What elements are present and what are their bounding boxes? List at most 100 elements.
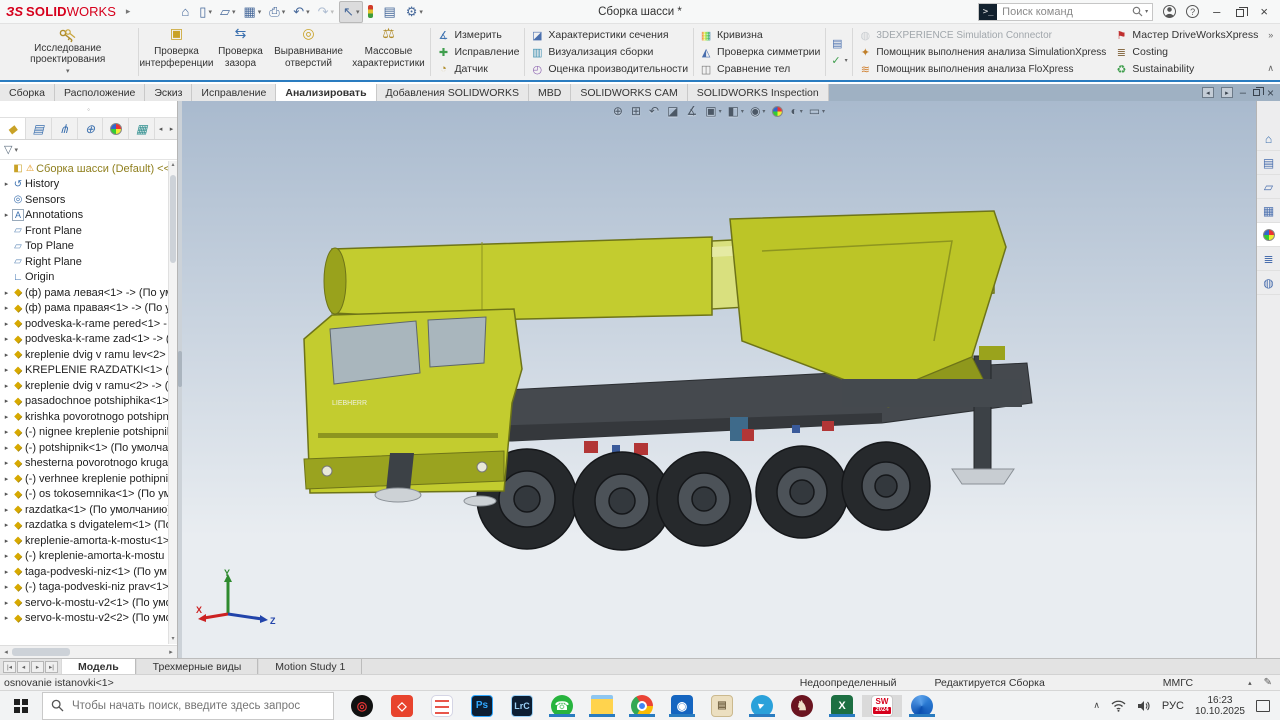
command-tab[interactable]: MBD (529, 84, 571, 101)
command-tab[interactable]: SOLIDWORKS Inspection (688, 84, 829, 101)
print-icon[interactable]: ⎙ ▾ (266, 2, 288, 22)
expand-caret[interactable]: ▸ (2, 506, 11, 514)
3dexperience-simulation-connector-button[interactable]: 3DEXPERIENCE Simulation Connector (858, 27, 1108, 43)
tab-property-manager[interactable]: ▤ (26, 118, 52, 139)
assembly-visualization-button[interactable]: Визуализация сборки (530, 44, 688, 60)
scrollbar-thumb[interactable] (170, 175, 176, 263)
floxpress-wizard-button[interactable]: Помощник выполнения анализа FloXpress (858, 61, 1108, 77)
wifi-icon[interactable] (1111, 700, 1126, 712)
minimize-button[interactable]: – (1209, 4, 1224, 19)
units-label[interactable]: ММГС (1163, 677, 1193, 689)
excel[interactable]: X (822, 695, 862, 717)
app-blue-swirl[interactable] (902, 695, 942, 717)
tree-horizontal-scrollbar[interactable]: ◂ ▸ (0, 645, 177, 658)
command-tab[interactable]: Анализировать (276, 84, 376, 101)
tree-item[interactable]: ▸ shesterna povorotnogo kruga- (0, 456, 168, 472)
command-tab[interactable]: Добавления SOLIDWORKS (377, 84, 529, 101)
whatsapp[interactable]: ☎ (542, 695, 582, 717)
tree-item[interactable]: ▸ Annotations (0, 208, 168, 224)
expand-caret[interactable]: ▸ (2, 351, 11, 359)
previous-view-icon[interactable]: ↶ (649, 104, 661, 118)
tree-item[interactable]: ▸ kreplenie dvig v ramu lev<2> (0, 347, 168, 363)
language-indicator[interactable]: РУС (1162, 700, 1184, 712)
doc-tab[interactable]: Модель (61, 659, 136, 674)
custom-properties-icon[interactable]: ≣ (1257, 247, 1280, 271)
home-icon[interactable]: ⌂ (178, 2, 194, 21)
sustainability-button[interactable]: Sustainability (1114, 61, 1258, 77)
tree-vertical-scrollbar[interactable]: ▴ ▾ (168, 161, 177, 644)
tree-item[interactable]: ▸ podveska-k-rame pered<1> - (0, 316, 168, 332)
expand-caret[interactable]: ▸ (2, 428, 11, 436)
repair-button[interactable]: Исправление (436, 44, 519, 60)
doc-tab[interactable]: Трехмерные виды (136, 659, 259, 674)
display-style-icon[interactable]: ◧ ▾ (728, 104, 744, 118)
scroll-down-icon[interactable]: ▾ (169, 635, 177, 644)
view-orientation-icon[interactable]: ▣ ▾ (705, 104, 721, 118)
panel-tabs-right-icon[interactable]: ▸ (166, 118, 177, 139)
expand-caret[interactable]: ▸ (2, 475, 11, 483)
expand-caret[interactable]: ▸ (2, 397, 11, 405)
tree-item[interactable]: ▸ (-) potshipnik<1> (По умолча (0, 440, 168, 456)
panel-tabs-left-icon[interactable]: ◂ (155, 118, 166, 139)
command-search[interactable]: >_ Поиск команд ▾ (978, 3, 1153, 21)
tab-feature-manager[interactable]: ◆ (0, 118, 26, 139)
tree-item[interactable]: ▸ (-) os tokosemnika<1> (По ум (0, 487, 168, 503)
edit-icon[interactable]: ✎ (1264, 677, 1272, 688)
tab-dimxpert-manager[interactable]: ⊕ (78, 118, 104, 139)
new-file-icon[interactable]: ▯ ▾ (196, 2, 215, 22)
view-settings-icon[interactable]: ▭ ▾ (809, 104, 825, 118)
expand-caret[interactable]: ▸ (2, 211, 11, 219)
clearance-check-button[interactable]: Проверка зазора (212, 24, 268, 80)
graphics-viewport[interactable]: LIEBHERR ⊕ ⊞ (182, 101, 1256, 658)
tree-item[interactable]: Origin (0, 270, 168, 286)
hole-alignment-button[interactable]: Выравнивание отверстий (268, 24, 348, 80)
taskbar-search-input[interactable] (72, 700, 325, 712)
tree-item[interactable]: ▸ (-) taga-podveski-niz prav<1> (0, 580, 168, 596)
mass-properties-button[interactable]: Массовые характеристики (348, 24, 428, 80)
tree-item[interactable]: ▸ servo-k-mostu-v2<2> (По умо (0, 611, 168, 627)
file-explorer-pane-icon[interactable]: ▱ (1257, 175, 1280, 199)
hide-show-items-icon[interactable]: ◉ ▾ (750, 104, 766, 118)
tree-item[interactable]: ▸ pasadochnoe potshiphika<1> (0, 394, 168, 410)
expand-caret[interactable]: ▸ (2, 180, 11, 188)
command-tab[interactable]: Сборка (0, 84, 55, 101)
tree-item[interactable]: ▸ (ф) рама правая<1> -> (По у (0, 301, 168, 317)
tree-item[interactable]: ▸ kreplenie-amorta-k-mostu<1> (0, 533, 168, 549)
annotation-views-icon[interactable]: ∡ (686, 104, 699, 118)
section-properties-button[interactable]: Характеристики сечения (530, 27, 688, 43)
expand-caret[interactable]: ▸ (2, 614, 11, 622)
tree-item[interactable]: ▸ (-) verhnee kreplenie pothipnik (0, 471, 168, 487)
tab-cam-manager[interactable]: ▦ (129, 118, 155, 139)
expand-caret[interactable]: ▸ (2, 382, 11, 390)
app-red-circle[interactable]: ◎ (342, 695, 382, 717)
expand-caret[interactable]: ▸ (2, 289, 11, 297)
curvature-button[interactable]: Кривизна (699, 27, 820, 43)
design-study-button[interactable]: Исследование проектирования ▾ (0, 24, 136, 80)
tree-item[interactable]: ▸ kreplenie dvig v ramu<2> -> ( (0, 378, 168, 394)
expand-caret[interactable]: ▸ (2, 335, 11, 343)
taskbar-search[interactable] (42, 692, 334, 720)
expand-caret[interactable]: ▸ (2, 490, 11, 498)
lightroom[interactable]: LrC (502, 695, 542, 717)
expand-caret[interactable]: ▸ (2, 568, 11, 576)
doc-tab-nav-icon[interactable]: ◂ (17, 661, 30, 673)
start-button[interactable] (0, 691, 42, 720)
expand-caret[interactable]: ▸ (2, 413, 11, 421)
check-document-button[interactable] (831, 36, 847, 52)
pane-right-icon[interactable]: ▸ (1221, 87, 1233, 98)
performance-evaluation-button[interactable]: Оценка производительности (530, 61, 688, 77)
tree-item[interactable]: ▸ podveska-k-rame zad<1> -> ( (0, 332, 168, 348)
expand-caret[interactable]: ▸ (2, 320, 11, 328)
clock[interactable]: 16:23 10.10.2025 (1195, 695, 1245, 717)
expand-caret[interactable]: ▸ (2, 366, 11, 374)
tree-item[interactable]: ▸ krishka povorotnogo potshipn (0, 409, 168, 425)
save-icon[interactable]: ▦ ▾ (240, 2, 264, 22)
apply-scene-icon[interactable]: ◐ ▾ (790, 104, 802, 118)
appearances-icon[interactable] (1257, 223, 1280, 247)
doc-tab[interactable]: Motion Study 1 (258, 659, 362, 674)
resources-home-icon[interactable]: ⌂ (1257, 127, 1280, 151)
command-tab[interactable]: Расположение (55, 84, 145, 101)
tree-item[interactable]: Front Plane (0, 223, 168, 239)
file-explorer[interactable] (582, 695, 622, 717)
ribbon-collapse-icon[interactable]: ∧ (1267, 63, 1274, 74)
